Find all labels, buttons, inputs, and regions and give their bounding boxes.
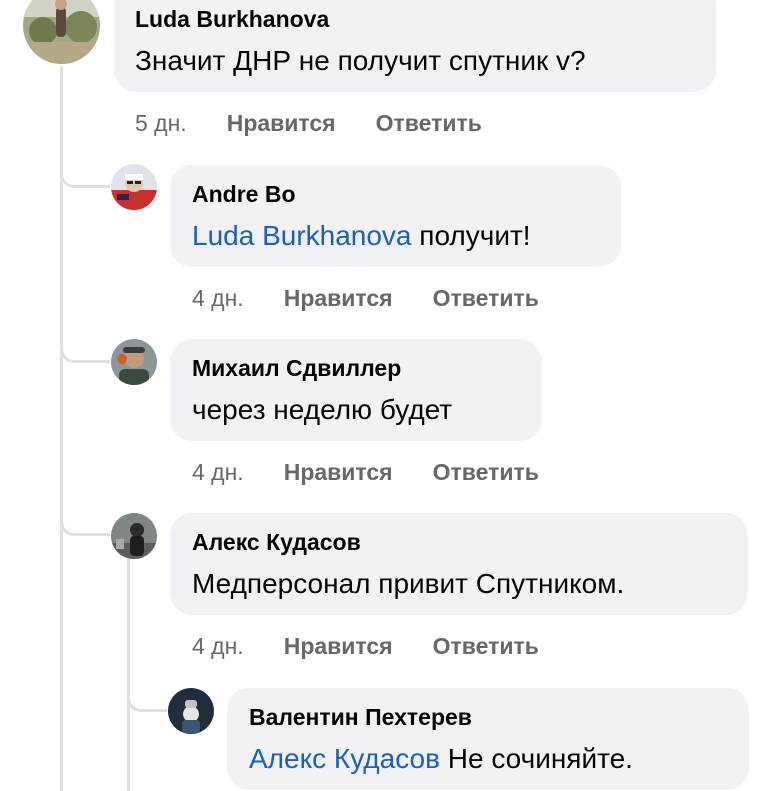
like-button[interactable]: Нравится [284, 285, 393, 312]
comment-time[interactable]: 4 дн. [192, 285, 244, 312]
avatar[interactable] [23, 0, 100, 64]
comment-text: Алекс Кудасов Не сочиняйте. [249, 743, 633, 775]
comment-author[interactable]: Алекс Кудасов [192, 529, 361, 556]
comment-author[interactable]: Luda Burkhanova [135, 6, 329, 33]
reply-button[interactable]: Ответить [376, 110, 482, 137]
comment-text-body: получит! [411, 220, 531, 251]
reply-button[interactable]: Ответить [433, 459, 539, 486]
avatar[interactable] [111, 164, 157, 210]
avatar[interactable] [111, 513, 157, 559]
comment-text: Медперсонал привит Спутником. [192, 568, 625, 599]
comment-actions: 4 дн. Нравится Ответить [192, 285, 539, 312]
comment-text-body: Не сочиняйте. [439, 743, 633, 774]
comment-author[interactable]: Andre Bo [192, 181, 296, 208]
reply-connector [60, 498, 110, 536]
comment-time[interactable]: 5 дн. [135, 110, 187, 137]
mention-link[interactable]: Luda Burkhanova [192, 220, 412, 251]
like-button[interactable]: Нравится [284, 633, 393, 660]
comment-text: через неделю будет [192, 394, 453, 425]
reply-button[interactable]: Ответить [433, 633, 539, 660]
comment-text: Luda Burkhanova получит! [192, 220, 531, 252]
comment-author[interactable]: Валентин Пехтерев [249, 704, 472, 731]
like-button[interactable]: Нравится [284, 459, 393, 486]
avatar[interactable] [111, 339, 157, 385]
reply-connector [127, 674, 167, 712]
comment-time[interactable]: 4 дн. [192, 633, 244, 660]
comment-text: Значит ДНР не получит спутник v? [135, 45, 586, 76]
comment-time[interactable]: 4 дн. [192, 459, 244, 486]
avatar[interactable] [168, 688, 214, 734]
comment-actions: 4 дн. Нравится Ответить [192, 459, 539, 486]
reply-connector [60, 325, 110, 363]
mention-link[interactable]: Алекс Кудасов [249, 743, 440, 774]
like-button[interactable]: Нравится [227, 110, 336, 137]
comment-author[interactable]: Михаил Сдвиллер [192, 355, 401, 382]
reply-button[interactable]: Ответить [433, 285, 539, 312]
comment-actions: 4 дн. Нравится Ответить [192, 633, 539, 660]
reply-connector [60, 150, 110, 188]
comment-actions: 5 дн. Нравится Ответить [135, 110, 482, 137]
